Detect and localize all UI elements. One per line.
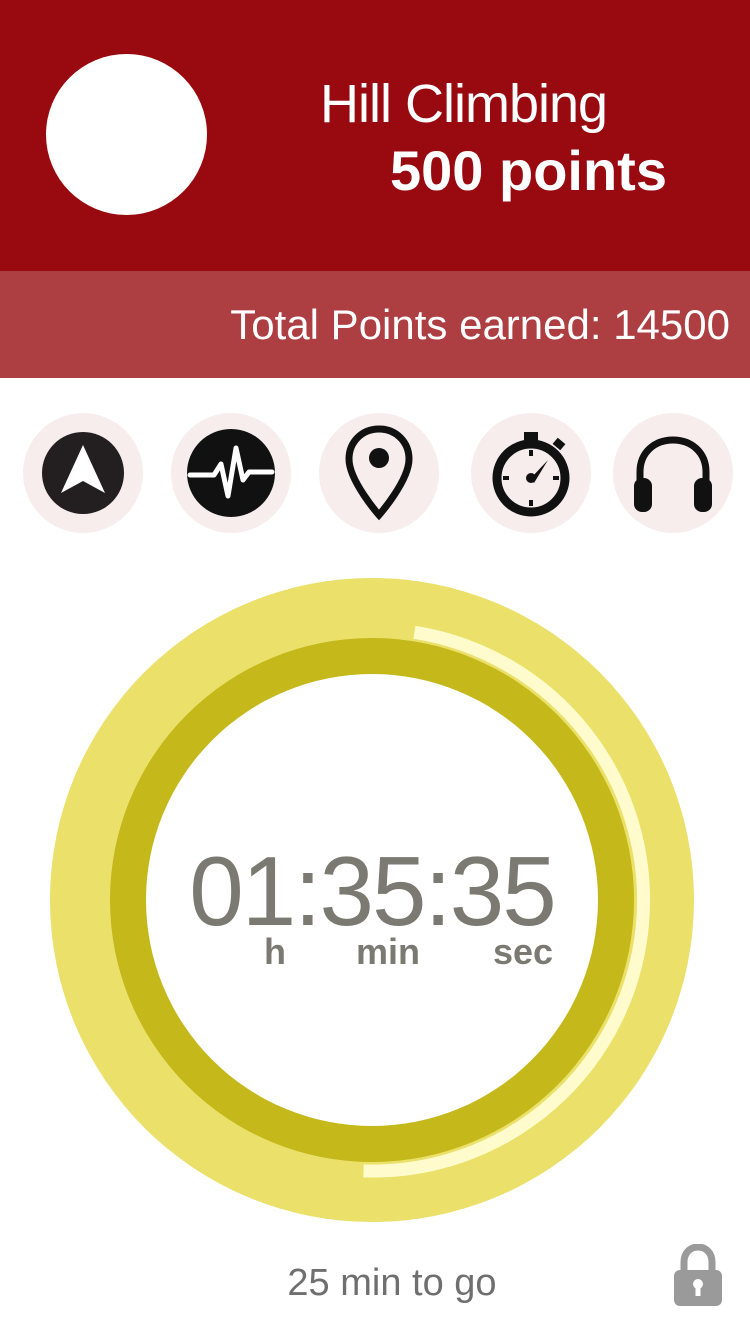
- headphones-icon: [634, 436, 712, 512]
- total-points-label: Total Points earned: 14500: [230, 301, 730, 348]
- activity-points: 500 points: [390, 139, 667, 202]
- lock-button[interactable]: [672, 1243, 724, 1308]
- lock-icon: [674, 1243, 722, 1306]
- activity-title: Hill Climbing: [320, 74, 608, 134]
- heart-rate-icon: [187, 429, 275, 517]
- toolbar-icons: [0, 413, 750, 533]
- heart-rate-button[interactable]: [171, 413, 291, 533]
- hours-label: h: [264, 931, 286, 972]
- seconds-label: sec: [493, 931, 554, 972]
- activity-header: Hill Climbing 500 points: [0, 0, 750, 271]
- elapsed-time: 01:35:35: [189, 836, 556, 946]
- total-points-bar: Total Points earned: 14500: [0, 271, 750, 378]
- time-remaining: 25 min to go: [287, 1262, 497, 1304]
- minutes-label: min: [356, 931, 421, 972]
- avatar[interactable]: [46, 54, 207, 215]
- stopwatch-icon: [492, 432, 570, 517]
- workout-timer: 01:35:35 h min sec: [50, 578, 694, 1222]
- stopwatch-button[interactable]: [471, 413, 591, 533]
- navigation-button[interactable]: [23, 413, 143, 533]
- location-button[interactable]: [319, 413, 439, 533]
- location-pin-icon: [345, 425, 413, 521]
- navigation-arrow-icon: [42, 432, 124, 514]
- headphones-button[interactable]: [613, 413, 733, 533]
